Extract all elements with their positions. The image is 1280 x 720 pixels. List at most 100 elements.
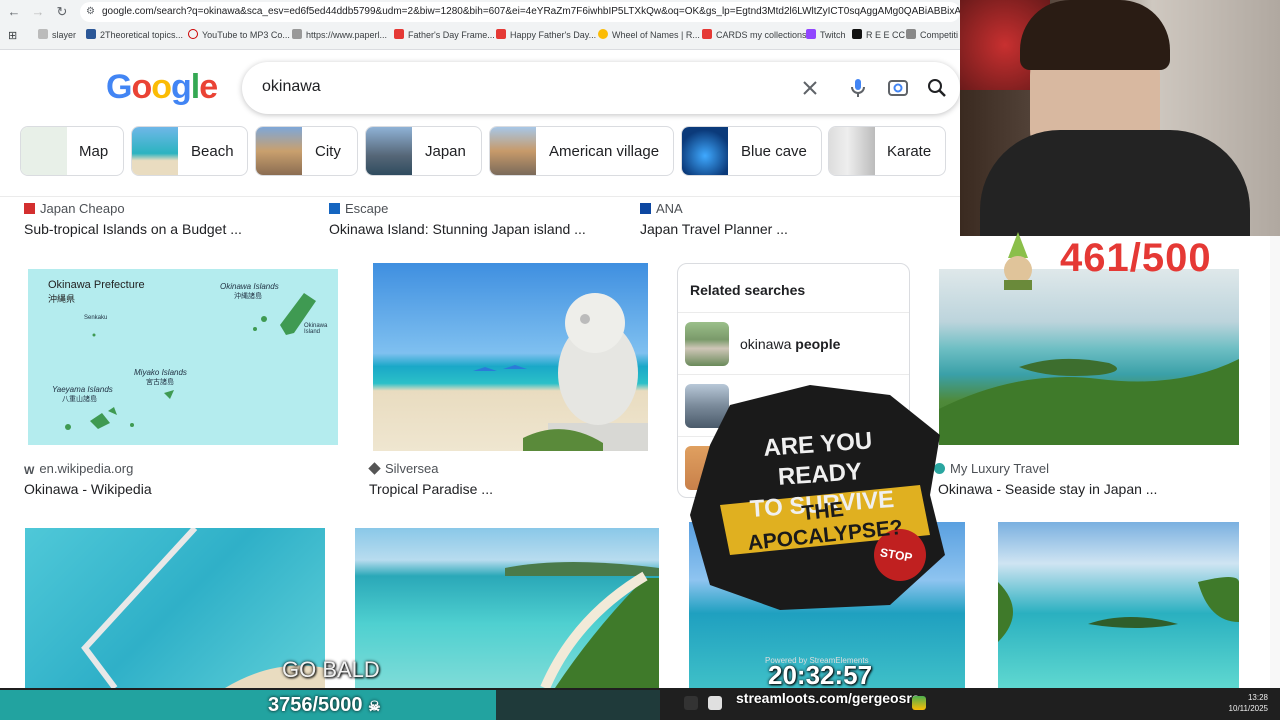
bookmark-item[interactable]: 2Theoretical topics...	[86, 29, 183, 40]
chip-thumbnail	[490, 127, 536, 175]
stream-timer: 20:32:57	[768, 660, 873, 690]
skull-icon: ☠	[368, 698, 381, 714]
result-title[interactable]: Okinawa Island: Stunning Japan island ..…	[329, 221, 586, 237]
logo-letter: o	[151, 68, 172, 106]
result-title[interactable]: Okinawa - Wikipedia	[24, 481, 152, 497]
site-info-icon[interactable]: ⚙	[86, 2, 95, 22]
bookmark-item[interactable]: Father's Day Frame...	[394, 29, 495, 40]
chip-thumbnail	[829, 127, 875, 175]
forward-icon[interactable]: →	[30, 4, 46, 20]
logo-letter: G	[106, 68, 132, 106]
chip-city[interactable]: City	[255, 126, 358, 176]
result-source[interactable]: Wen.wikipedia.org	[24, 461, 133, 477]
chip-thumbnail	[21, 127, 67, 175]
logo-letter: l	[190, 68, 201, 106]
bookmark-item[interactable]: CARDS my collections	[702, 29, 807, 40]
bay-shape	[998, 577, 1239, 642]
chip-thumbnail	[132, 127, 178, 175]
mic-icon[interactable]	[846, 76, 870, 100]
twitch-icon	[806, 29, 816, 39]
result-source[interactable]: ANA	[640, 201, 683, 216]
map-label: 沖縄県	[48, 294, 76, 304]
bookmark-item[interactable]: Twitch	[806, 29, 846, 40]
logo-letter: e	[199, 68, 218, 106]
bookmark-favicon-icon	[906, 29, 916, 39]
bookmark-item[interactable]: Wheel of Names | R...	[598, 29, 700, 40]
lens-icon[interactable]	[886, 76, 910, 100]
bookmark-favicon-icon	[852, 29, 862, 39]
result-image-lagoon[interactable]	[355, 528, 659, 688]
result-title[interactable]: Okinawa - Seaside stay in Japan ...	[938, 481, 1157, 497]
bookmark-item[interactable]: YouTube to MP3 Co...	[188, 29, 290, 40]
bookmark-favicon-icon	[394, 29, 404, 39]
bookmark-favicon-icon	[598, 29, 608, 39]
bridge-shape	[81, 528, 325, 688]
go-bald-text: GO BALD	[282, 657, 380, 682]
webcam-overlay	[960, 0, 1280, 236]
taskbar-app-icon[interactable]	[684, 696, 698, 710]
map-label: Okinawa Prefecture	[48, 279, 145, 291]
lagoon-shape	[505, 562, 659, 688]
map-label: Yaeyama Islands	[52, 385, 113, 394]
result-source[interactable]: My Luxury Travel	[934, 461, 1049, 476]
url-text: google.com/search?q=okinawa&sca_esv=ed6f…	[102, 6, 960, 17]
bookmark-item[interactable]: slayer	[38, 29, 76, 40]
scrollbar[interactable]	[1270, 236, 1280, 688]
result-source[interactable]: Silversea	[368, 461, 438, 476]
result-image-bridge[interactable]	[25, 528, 325, 688]
word-icon	[86, 29, 96, 39]
search-icon[interactable]	[925, 76, 949, 100]
map-label: Miyako Islands	[134, 368, 187, 377]
clear-icon[interactable]	[798, 76, 822, 100]
result-source[interactable]: Japan Cheapo	[24, 201, 125, 216]
result-title[interactable]: Tropical Paradise ...	[369, 481, 493, 497]
search-input[interactable]: okinawa	[262, 78, 321, 96]
result-source[interactable]: Escape	[329, 201, 388, 216]
streamer-hoodie	[980, 130, 1250, 236]
search-box[interactable]: okinawa	[242, 62, 960, 114]
bookmark-item[interactable]: Happy Father's Day...	[496, 29, 596, 40]
related-item[interactable]: okinawa people	[678, 312, 909, 374]
favicon-icon	[640, 203, 651, 214]
bookmark-item[interactable]: R E E CC	[852, 29, 905, 40]
island-shape	[939, 358, 1239, 445]
reload-icon[interactable]: ↻	[54, 4, 70, 20]
bookmark-favicon-icon	[702, 29, 712, 39]
map-label: Okinawa Island	[304, 323, 328, 335]
chip-blue-cave[interactable]: Blue cave	[681, 126, 822, 176]
related-label: okinawa people	[740, 336, 841, 352]
related-thumbnail	[685, 322, 729, 366]
bookmark-item[interactable]: Competiti	[906, 29, 958, 40]
map-label: Senkaku	[84, 315, 108, 321]
result-image-shisa[interactable]	[373, 263, 648, 451]
result-title[interactable]: Japan Travel Planner ...	[640, 221, 788, 237]
taskbar-clock[interactable]: 13:28 10/11/2025	[1220, 692, 1268, 714]
related-heading: Related searches	[690, 282, 806, 298]
bookmark-favicon-icon	[188, 29, 198, 39]
result-image-map[interactable]: Okinawa Prefecture 沖縄県 Okinawa Islands 沖…	[24, 263, 342, 451]
map-label: 宮古諸島	[146, 379, 174, 386]
sub-goal-text: 3756/5000 ☠	[268, 694, 381, 716]
bookmark-item[interactable]: https://www.paperl...	[292, 29, 387, 40]
chip-karate[interactable]: Karate	[828, 126, 946, 176]
chip-american-village[interactable]: American village	[489, 126, 674, 176]
sub-goal-fill	[0, 690, 496, 720]
apps-icon[interactable]: ⊞	[8, 29, 17, 42]
favicon-icon	[24, 203, 35, 214]
chip-beach[interactable]: Beach	[131, 126, 248, 176]
chip-japan[interactable]: Japan	[365, 126, 482, 176]
goal-counter: 461/500	[1060, 236, 1212, 280]
google-logo[interactable]: Google	[106, 68, 218, 107]
taskbar-app-icon[interactable]	[708, 696, 722, 710]
logo-letter: o	[131, 68, 152, 106]
result-image-bay[interactable]	[998, 522, 1239, 688]
taskbar-app-icon[interactable]	[912, 696, 926, 710]
result-image-aerial[interactable]	[939, 269, 1239, 445]
wikipedia-icon: W	[24, 465, 35, 477]
address-bar[interactable]: ⚙ google.com/search?q=okinawa&sca_esv=ed…	[80, 2, 960, 22]
chip-map[interactable]: Map	[20, 126, 124, 176]
bookmarks-bar: ⊞ slayer 2Theoretical topics... YouTube …	[0, 26, 960, 46]
logo-letter: g	[171, 68, 192, 106]
result-title[interactable]: Sub-tropical Islands on a Budget ...	[24, 221, 242, 237]
back-icon[interactable]: ←	[6, 4, 22, 20]
